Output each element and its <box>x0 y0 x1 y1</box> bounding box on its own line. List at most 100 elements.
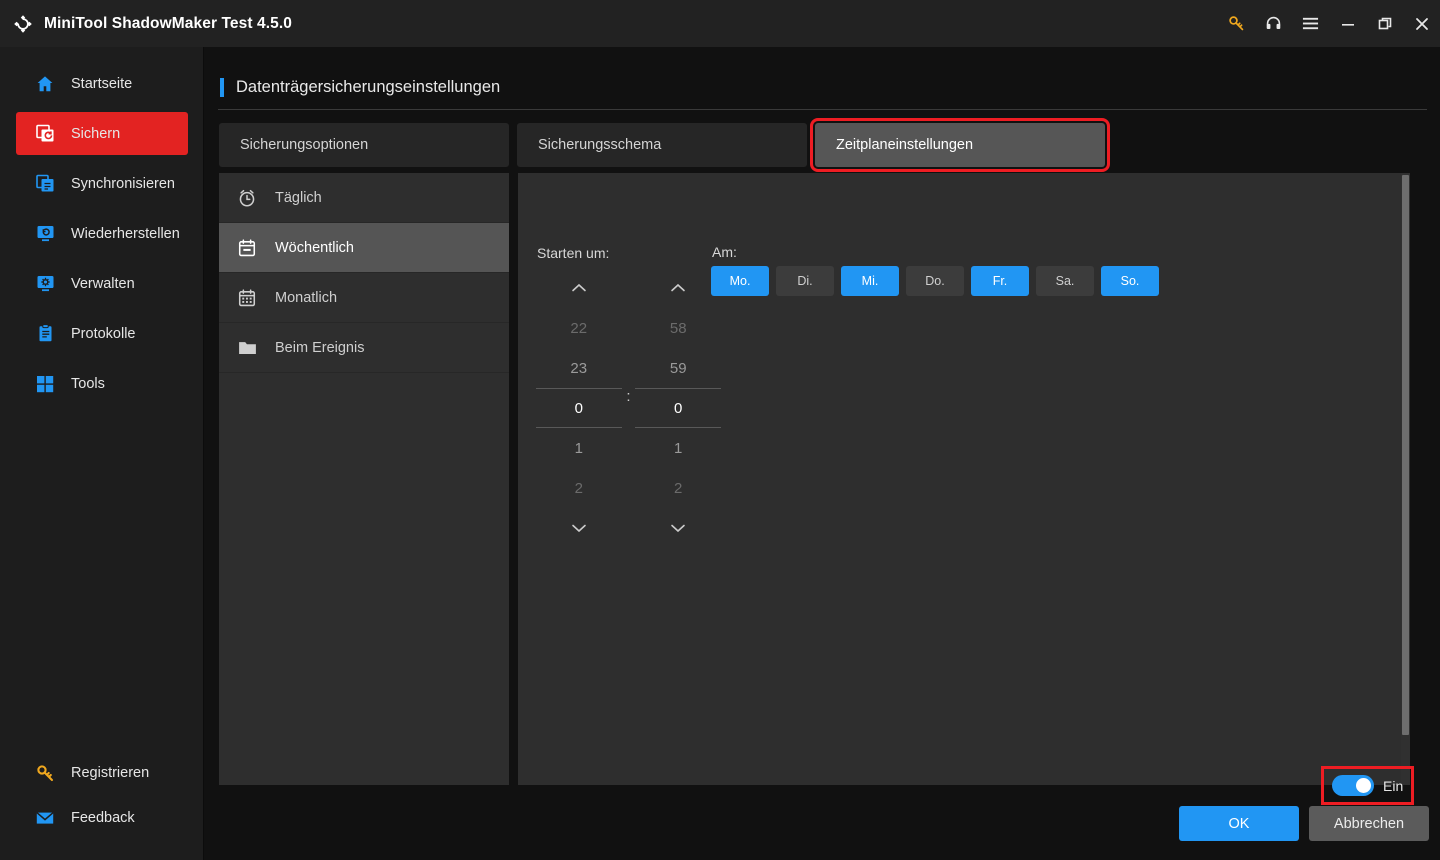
minute-option[interactable]: 58 <box>635 308 721 348</box>
hour-down-chevron-down-icon[interactable] <box>536 508 622 548</box>
ok-button[interactable]: OK <box>1179 806 1299 841</box>
weekday-button-fr[interactable]: Fr. <box>971 266 1029 296</box>
sidebar-item-label: Synchronisieren <box>71 175 175 192</box>
key-icon[interactable] <box>1218 0 1255 47</box>
settings-tabs: Sicherungsoptionen Sicherungsschema Zeit… <box>219 118 1110 172</box>
tab-sicherungsoptionen[interactable]: Sicherungsoptionen <box>219 123 509 167</box>
sidebar-item-label: Startseite <box>71 75 133 92</box>
detail-scrollbar-thumb[interactable] <box>1402 175 1409 735</box>
sidebar-item-startseite[interactable]: Startseite <box>16 62 188 105</box>
minute-option[interactable]: 2 <box>635 468 721 508</box>
sidebar-item-label: Sichern <box>71 125 121 142</box>
folder-icon <box>236 337 258 359</box>
sidebar-item-label: Tools <box>71 375 105 392</box>
schedule-detail-panel: Starten um: Am: 22 23 0 1 2 : 58 59 0 1 … <box>518 173 1409 785</box>
sync-icon <box>34 173 56 195</box>
logs-icon <box>34 323 56 345</box>
tab-label: Zeitplaneinstellungen <box>836 137 974 153</box>
sidebar-item-protokolle[interactable]: Protokolle <box>16 312 188 355</box>
schedule-type-label: Täglich <box>275 189 322 206</box>
key-icon <box>34 762 56 784</box>
title-bar: MiniTool ShadowMaker Test 4.5.0 <box>0 0 1440 47</box>
restore-icon <box>34 223 56 245</box>
sidebar-item-wiederherstellen[interactable]: Wiederherstellen <box>16 212 188 255</box>
title-bar-left: MiniTool ShadowMaker Test 4.5.0 <box>0 14 292 34</box>
header-divider <box>218 109 1427 110</box>
title-accent-bar <box>220 78 224 97</box>
page-title: Datenträgersicherungseinstellungen <box>236 78 501 96</box>
home-icon <box>34 73 56 95</box>
hour-option[interactable]: 2 <box>536 468 622 508</box>
sidebar-item-label: Verwalten <box>71 275 135 292</box>
time-picker: 22 23 0 1 2 : 58 59 0 1 2 <box>536 268 721 548</box>
minute-selected-value[interactable]: 0 <box>635 388 721 428</box>
page-header: Datenträgersicherungseinstellungen <box>220 78 500 97</box>
minimize-icon[interactable] <box>1329 0 1366 47</box>
schedule-type-list: Täglich Wöchentlich Monatlich Beim Ereig… <box>219 173 509 785</box>
window-controls <box>1218 0 1440 47</box>
tab-sicherungsschema[interactable]: Sicherungsschema <box>517 123 807 167</box>
schedule-type-label: Monatlich <box>275 289 338 306</box>
main-content: Datenträgersicherungseinstellungen Siche… <box>205 47 1440 860</box>
hour-option[interactable]: 23 <box>536 348 622 388</box>
tab-label: Sicherungsoptionen <box>240 137 369 153</box>
schedule-enable-toggle[interactable] <box>1332 775 1374 796</box>
weekday-selector: Mo. Di. Mi. Do. Fr. Sa. So. <box>711 266 1165 296</box>
schedule-type-beim-ereignis[interactable]: Beim Ereignis <box>219 323 509 373</box>
app-title: MiniTool ShadowMaker Test 4.5.0 <box>44 14 292 32</box>
weekday-button-so[interactable]: So. <box>1101 266 1159 296</box>
weekday-button-di[interactable]: Di. <box>776 266 834 296</box>
weekday-button-do[interactable]: Do. <box>906 266 964 296</box>
cancel-button[interactable]: Abbrechen <box>1309 806 1429 841</box>
calendar-week-icon <box>236 237 258 259</box>
hour-option[interactable]: 1 <box>536 428 622 468</box>
sidebar-nav: Startseite Sichern Synchronisieren Wiede… <box>0 62 204 412</box>
shadowmaker-logo-icon <box>13 14 33 34</box>
tab-zeitplaneinstellungen[interactable]: Zeitplaneinstellungen <box>810 118 1110 172</box>
minute-up-chevron-up-icon[interactable] <box>635 268 721 308</box>
minute-option[interactable]: 59 <box>635 348 721 388</box>
minute-down-chevron-down-icon[interactable] <box>635 508 721 548</box>
sidebar-item-label: Registrieren <box>71 765 150 781</box>
backup-icon <box>34 123 56 145</box>
toggle-label: Ein <box>1383 777 1404 794</box>
minute-option[interactable]: 1 <box>635 428 721 468</box>
sidebar-item-label: Protokolle <box>71 325 136 342</box>
start-time-label: Starten um: <box>537 245 610 261</box>
schedule-enable-toggle-group[interactable]: Ein <box>1320 766 1415 805</box>
sidebar-item-sichern[interactable]: Sichern <box>16 112 188 155</box>
headset-icon[interactable] <box>1255 0 1292 47</box>
sidebar-item-synchronisieren[interactable]: Synchronisieren <box>16 162 188 205</box>
alarm-clock-icon <box>236 187 258 209</box>
sidebar-item-label: Wiederherstellen <box>71 225 180 242</box>
weekday-button-sa[interactable]: Sa. <box>1036 266 1094 296</box>
sidebar-item-tools[interactable]: Tools <box>16 362 188 405</box>
calendar-month-icon <box>236 287 258 309</box>
tab-label: Sicherungsschema <box>538 137 662 153</box>
toggle-knob <box>1356 778 1371 793</box>
time-separator: : <box>626 388 631 405</box>
schedule-type-monatlich[interactable]: Monatlich <box>219 273 509 323</box>
hour-up-chevron-up-icon[interactable] <box>536 268 622 308</box>
dialog-buttons: OK Abbrechen <box>1179 806 1429 841</box>
hamburger-menu-icon[interactable] <box>1292 0 1329 47</box>
close-icon[interactable] <box>1403 0 1440 47</box>
tools-icon <box>34 373 56 395</box>
sidebar-item-registrieren[interactable]: Registrieren <box>16 753 188 793</box>
sidebar-bottom-nav: Registrieren Feedback <box>0 753 204 843</box>
hour-selected-value[interactable]: 0 <box>536 388 622 428</box>
mail-icon <box>34 807 56 829</box>
maximize-restore-icon[interactable] <box>1366 0 1403 47</box>
sidebar-item-feedback[interactable]: Feedback <box>16 798 188 838</box>
manage-icon <box>34 273 56 295</box>
schedule-type-taeglich[interactable]: Täglich <box>219 173 509 223</box>
sidebar-item-label: Feedback <box>71 810 135 826</box>
schedule-type-woechentlich[interactable]: Wöchentlich <box>219 223 509 273</box>
minute-column[interactable]: 58 59 0 1 2 <box>635 268 721 548</box>
weekday-button-mi[interactable]: Mi. <box>841 266 899 296</box>
sidebar-item-verwalten[interactable]: Verwalten <box>16 262 188 305</box>
hour-option[interactable]: 22 <box>536 308 622 348</box>
weekday-button-mo[interactable]: Mo. <box>711 266 769 296</box>
hour-column[interactable]: 22 23 0 1 2 <box>536 268 622 548</box>
schedule-type-label: Wöchentlich <box>275 239 354 256</box>
